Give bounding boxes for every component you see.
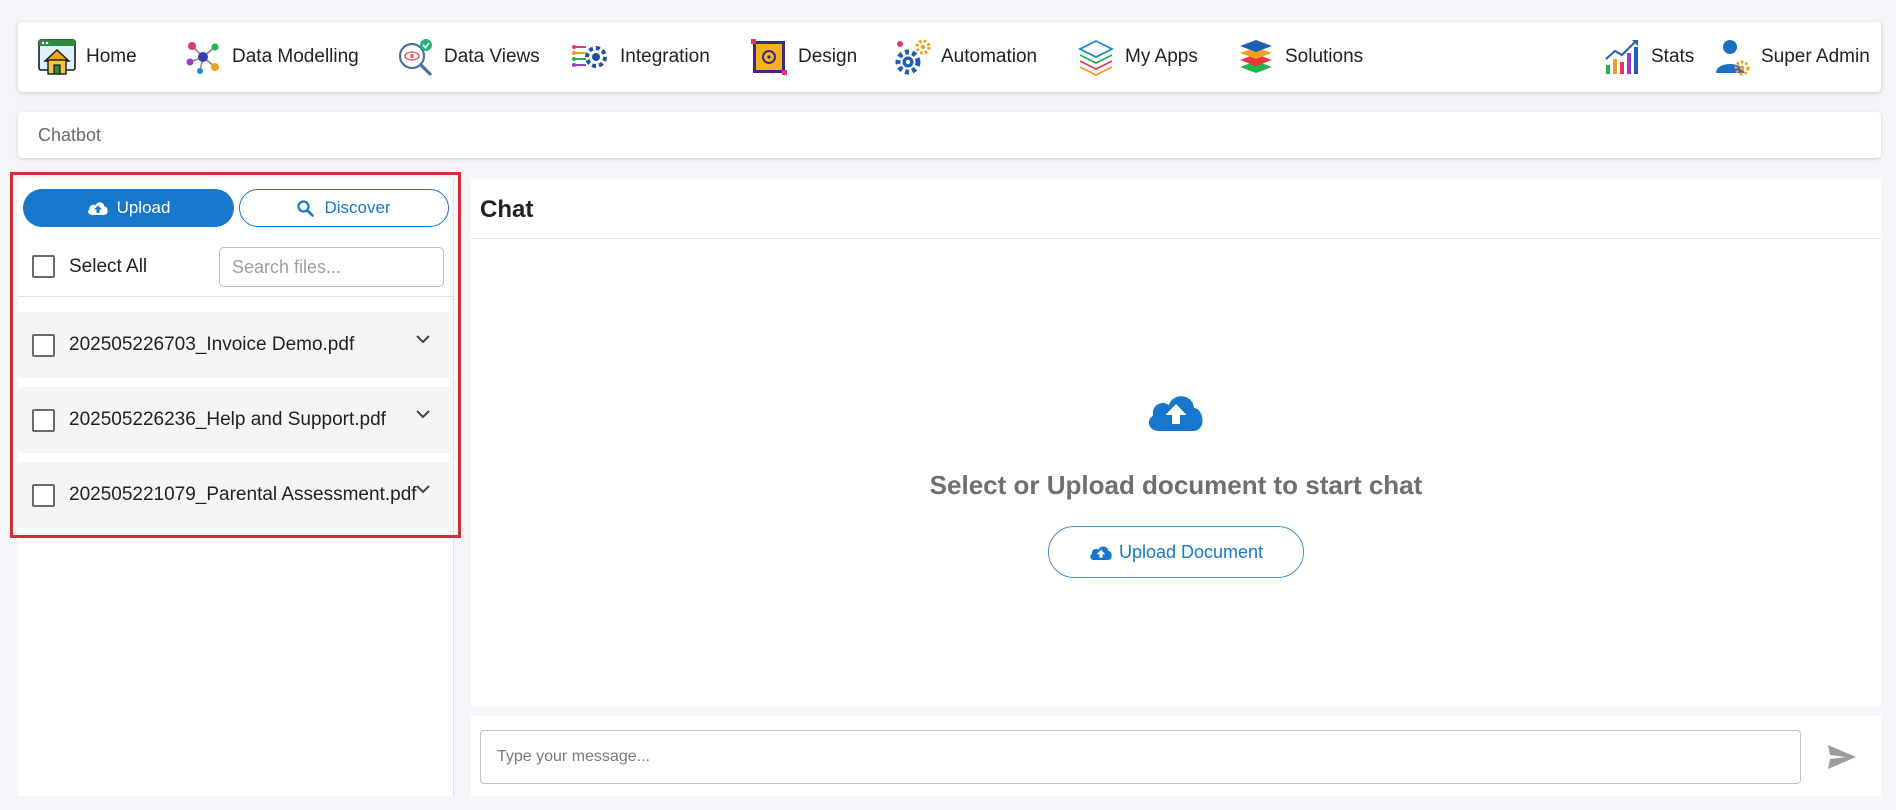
nav-left-group: Home Data Modelling Data Views Integrati…	[18, 22, 1395, 92]
upload-document-button[interactable]: Upload Document	[1048, 526, 1304, 578]
nav-item-solutions[interactable]: Solutions	[1235, 22, 1395, 92]
nav-label-data-modelling: Data Modelling	[232, 46, 359, 67]
nav-item-stats[interactable]: Stats	[1601, 22, 1711, 92]
file-item[interactable]: 202505226236_Help and Support.pdf	[18, 387, 451, 453]
nav-item-data-views[interactable]: Data Views	[394, 22, 570, 92]
sidebar-divider	[18, 296, 454, 297]
chevron-down-icon[interactable]	[415, 409, 431, 419]
nav-label-data-views: Data Views	[444, 46, 540, 67]
cloud-upload-icon	[1146, 390, 1206, 437]
upload-document-label: Upload Document	[1118, 541, 1264, 562]
nav-label-integration: Integration	[620, 46, 710, 67]
data-modelling-icon	[182, 36, 224, 78]
nav-item-data-modelling[interactable]: Data Modelling	[182, 22, 394, 92]
nav-label-automation: Automation	[941, 46, 1038, 67]
breadcrumb-label: Chatbot	[38, 124, 102, 145]
message-input[interactable]	[480, 730, 1801, 784]
automation-icon	[891, 36, 933, 78]
select-all-checkbox[interactable]	[32, 255, 55, 278]
nav-item-integration[interactable]: Integration	[570, 22, 748, 92]
nav-item-my-apps[interactable]: My Apps	[1075, 22, 1235, 92]
my-apps-icon	[1075, 36, 1117, 78]
nav-right-group: Stats Super Admin	[1601, 22, 1881, 92]
select-all-row: Select All	[32, 255, 147, 278]
home-icon	[36, 36, 78, 78]
chat-panel	[471, 179, 1881, 707]
upload-button-label: Upload	[116, 198, 171, 217]
file-checkbox[interactable]	[32, 333, 55, 357]
top-navigation: Home Data Modelling Data Views Integrati…	[18, 22, 1881, 92]
data-views-icon	[394, 36, 436, 78]
cloud-upload-icon	[87, 200, 109, 216]
breadcrumb: Chatbot	[18, 112, 1881, 158]
nav-item-super-admin[interactable]: Super Admin	[1711, 22, 1871, 92]
file-name: 202505226236_Help and Support.pdf	[69, 409, 386, 430]
cloud-upload-icon	[1089, 544, 1113, 561]
nav-label-super-admin: Super Admin	[1761, 46, 1870, 67]
chevron-down-icon[interactable]	[415, 334, 431, 344]
user-admin-icon	[1711, 36, 1753, 78]
stats-icon	[1601, 36, 1643, 78]
empty-state-message: Select or Upload document to start chat	[929, 470, 1423, 500]
nav-label-my-apps: My Apps	[1125, 46, 1198, 67]
nav-item-home[interactable]: Home	[36, 22, 182, 92]
file-name: 202505226703_Invoice Demo.pdf	[69, 334, 355, 355]
file-checkbox[interactable]	[32, 483, 55, 507]
discover-button[interactable]: Discover	[239, 189, 449, 227]
nav-item-automation[interactable]: Automation	[891, 22, 1075, 92]
send-icon[interactable]	[1826, 742, 1858, 772]
discover-button-label: Discover	[324, 198, 391, 217]
integration-icon	[570, 36, 612, 78]
select-all-label: Select All	[69, 255, 148, 277]
nav-item-design[interactable]: Design	[748, 22, 891, 92]
chat-title: Chat	[480, 196, 534, 223]
file-checkbox[interactable]	[32, 408, 55, 432]
file-item[interactable]: 202505221079_Parental Assessment.pdf	[18, 462, 451, 528]
upload-button[interactable]: Upload	[23, 189, 234, 227]
file-item[interactable]: 202505226703_Invoice Demo.pdf	[18, 312, 451, 378]
nav-label-design: Design	[798, 46, 858, 67]
file-name: 202505221079_Parental Assessment.pdf	[69, 484, 417, 505]
nav-label-home: Home	[86, 46, 137, 67]
search-icon	[297, 199, 315, 217]
chat-divider	[471, 238, 1881, 239]
nav-label-stats: Stats	[1651, 46, 1695, 67]
solutions-icon	[1235, 36, 1277, 78]
search-files-input[interactable]	[219, 247, 444, 287]
nav-label-solutions: Solutions	[1285, 46, 1364, 67]
design-icon	[748, 36, 790, 78]
chevron-down-icon[interactable]	[415, 484, 431, 494]
